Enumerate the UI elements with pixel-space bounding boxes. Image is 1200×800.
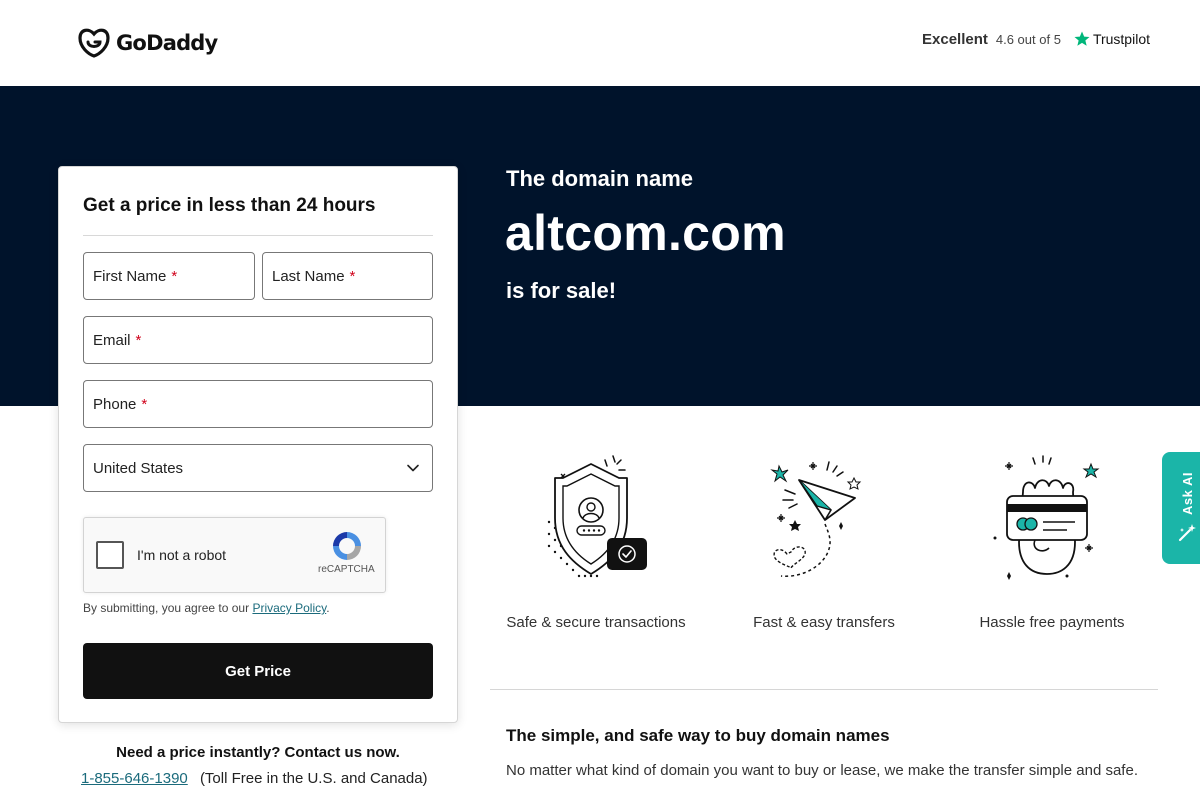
info-body: No matter what kind of domain you want t… xyxy=(506,762,1138,779)
hero-lead: The domain name xyxy=(506,166,694,191)
first-name-field[interactable]: First Name * xyxy=(83,252,255,300)
recaptcha-checkbox[interactable] xyxy=(96,541,124,569)
rating-score: 4.6 out of 5 xyxy=(995,31,1061,47)
feature-safe-label: Safe & secure transactions xyxy=(506,614,686,631)
shield-user-icon xyxy=(547,455,647,578)
contact-line: 1-855-646-1390 (Toll Free in the U.S. an… xyxy=(81,770,428,787)
consent-suffix: . xyxy=(326,601,330,615)
phone-label: Phone xyxy=(93,395,137,413)
required-mark: * xyxy=(141,395,148,413)
feature-payments-label: Hassle free payments xyxy=(979,614,1125,631)
required-mark: * xyxy=(349,267,356,285)
form-divider xyxy=(83,235,433,236)
star-icon xyxy=(1074,31,1090,46)
godaddy-logo[interactable]: GoDaddy xyxy=(78,28,218,58)
paper-plane-icon xyxy=(770,461,862,577)
phone-field[interactable]: Phone * xyxy=(83,380,433,428)
contact-title: Need a price instantly? Contact us now. xyxy=(116,744,400,761)
privacy-policy-link[interactable]: Privacy Policy xyxy=(252,601,326,615)
trustpilot-brand: Trustpilot xyxy=(1073,30,1150,48)
form-title: Get a price in less than 24 hours xyxy=(83,195,376,216)
consent-text: By submitting, you agree to our Privacy … xyxy=(83,601,330,615)
feature-fast-label: Fast & easy transfers xyxy=(753,614,895,631)
feature-safe xyxy=(476,450,716,585)
chevron-down-icon xyxy=(407,464,419,472)
ask-ai-tab[interactable]: Ask AI xyxy=(1162,452,1200,564)
ask-ai-label: Ask AI xyxy=(1179,471,1195,515)
email-label: Email xyxy=(93,331,131,349)
godaddy-logo-icon xyxy=(78,28,110,58)
consent-prefix: By submitting, you agree to our xyxy=(83,601,253,615)
last-name-label: Last Name xyxy=(272,267,345,285)
logo-wordmark: GoDaddy xyxy=(116,31,218,55)
hero-tail: is for sale! xyxy=(506,278,617,303)
info-title: The simple, and safe way to buy domain n… xyxy=(506,726,890,745)
hand-card-icon xyxy=(993,455,1100,580)
trustpilot-rating[interactable]: Excellent 4.6 out of 5 Trustpilot xyxy=(922,30,1150,48)
rating-word: Excellent xyxy=(922,30,988,48)
feature-payments xyxy=(932,450,1172,585)
feature-fast xyxy=(704,450,944,585)
toll-free-note: (Toll Free in the U.S. and Canada) xyxy=(199,770,428,787)
country-value: United States xyxy=(93,459,184,477)
recaptcha-logo-icon xyxy=(333,532,361,560)
get-price-button[interactable]: Get Price xyxy=(83,643,433,699)
required-mark: * xyxy=(171,267,178,285)
recaptcha-label: I'm not a robot xyxy=(137,547,227,563)
domain-name: altcom.com xyxy=(505,205,786,261)
trustpilot-label: Trustpilot xyxy=(1092,31,1150,47)
phone-link[interactable]: 1-855-646-1390 xyxy=(81,770,188,787)
email-field[interactable]: Email * xyxy=(83,316,433,364)
country-select[interactable]: United States xyxy=(83,444,433,492)
price-request-form: Get a price in less than 24 hours First … xyxy=(58,166,458,723)
top-header: GoDaddy Excellent 4.6 out of 5 Trustpilo… xyxy=(0,0,1200,86)
first-name-label: First Name xyxy=(93,267,167,285)
magic-wand-icon xyxy=(1178,524,1196,542)
last-name-field[interactable]: Last Name * xyxy=(262,252,433,300)
section-divider xyxy=(490,689,1158,690)
recaptcha-widget: I'm not a robot reCAPTCHA xyxy=(83,517,386,593)
recaptcha-brand: reCAPTCHA xyxy=(318,564,375,575)
required-mark: * xyxy=(135,331,142,349)
